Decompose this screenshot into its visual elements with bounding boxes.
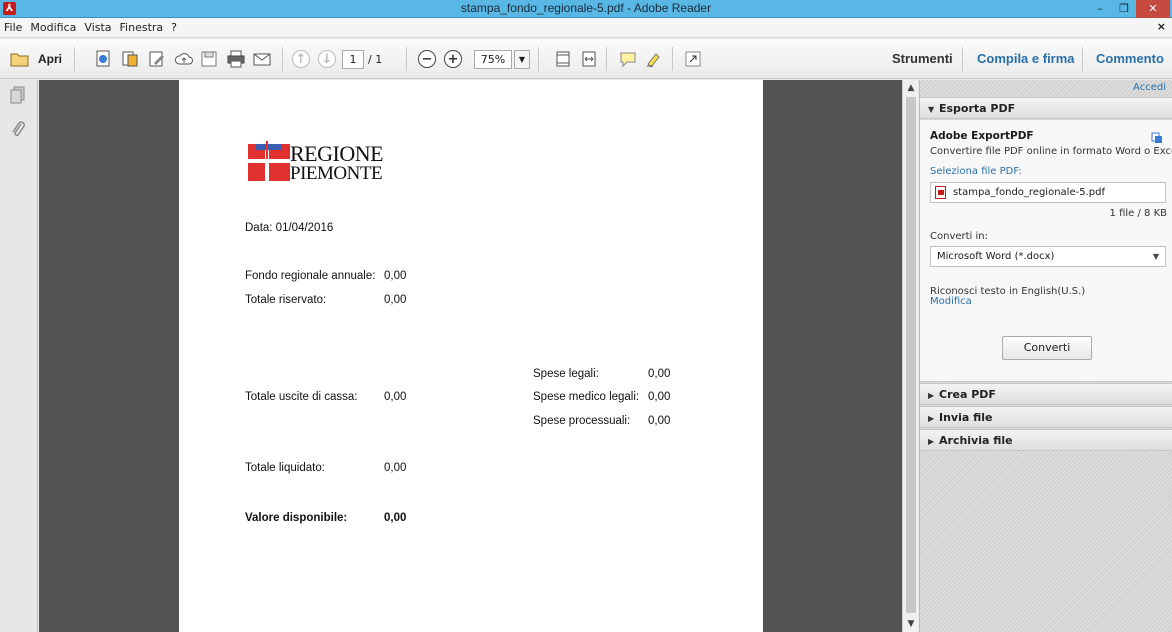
scrollbar-thumb[interactable]: [906, 97, 916, 613]
selected-file-field[interactable]: stampa_fondo_regionale-5.pdf: [930, 182, 1166, 203]
fondo-value: 0,00: [384, 270, 407, 282]
liquidato-value: 0,00: [384, 462, 407, 474]
fit-width-icon[interactable]: [580, 49, 598, 69]
window-title: stampa_fondo_regionale-5.pdf - Adobe Rea…: [460, 1, 712, 15]
selected-file-name: stampa_fondo_regionale-5.pdf: [953, 187, 1105, 198]
collapsed-triangle-icon: ▶: [928, 391, 935, 400]
section-esporta-pdf-label: Esporta PDF: [939, 102, 1016, 115]
toolbar-separator: [74, 47, 75, 71]
section-invia-file-label: Invia file: [939, 411, 993, 424]
riservato-value: 0,00: [384, 294, 407, 306]
menu-bar: File Modifica Vista Finestra ? ×: [0, 18, 1172, 38]
collapsed-triangle-icon: ▶: [928, 414, 935, 423]
tab-commento[interactable]: Commento: [1096, 51, 1164, 66]
collapsed-triangle-icon: ▶: [928, 437, 935, 446]
edit-pdf-icon[interactable]: [148, 49, 166, 69]
menu-finestra[interactable]: Finestra: [116, 21, 168, 34]
riservato-label: Totale riservato:: [245, 294, 327, 306]
export-description: Convertire file PDF online in formato Wo…: [930, 146, 1172, 157]
section-invia-file[interactable]: ▶ Invia file: [920, 406, 1172, 428]
disponibile-label: Valore disponibile:: [245, 512, 348, 524]
scroll-up-chevron-icon[interactable]: ▲: [903, 80, 919, 96]
page-thumbnails-icon[interactable]: [9, 86, 27, 106]
export-title: Adobe ExportPDF: [930, 130, 1034, 142]
spese-medico-value: 0,00: [648, 391, 671, 403]
close-document-button[interactable]: ×: [1157, 20, 1166, 33]
page-number-input[interactable]: 1: [342, 49, 364, 69]
tools-pane: Accedi ▼ Esporta PDF Adobe ExportPDF Conv…: [919, 80, 1172, 632]
comment-icon[interactable]: [618, 49, 638, 69]
zoom-in-icon[interactable]: +: [444, 50, 462, 68]
uscite-label: Totale uscite di cassa:: [245, 391, 358, 403]
previous-page-icon[interactable]: ↑: [292, 50, 310, 68]
section-crea-pdf[interactable]: ▶ Crea PDF: [920, 383, 1172, 405]
next-page-icon[interactable]: ↓: [318, 50, 336, 68]
cloud-upload-icon[interactable]: [174, 49, 194, 69]
file-count: 1 file / 8 KB: [1109, 208, 1167, 219]
zoom-dropdown-chevron-icon[interactable]: ▼: [514, 49, 530, 69]
convert-format-value: Microsoft Word (*.docx): [937, 251, 1055, 262]
disponibile-value: 0,00: [384, 512, 407, 524]
expanded-triangle-icon: ▼: [928, 105, 935, 114]
page-total: / 1: [368, 52, 383, 66]
attachments-icon[interactable]: [9, 120, 27, 140]
close-button[interactable]: ✕: [1136, 0, 1170, 18]
export-info-icon[interactable]: [1151, 132, 1163, 144]
email-icon[interactable]: [252, 49, 272, 69]
expand-icon[interactable]: [684, 49, 702, 69]
navigation-pane: [0, 80, 38, 632]
spese-legali-value: 0,00: [648, 368, 671, 380]
accedi-link[interactable]: Accedi: [1133, 82, 1166, 93]
section-archivia-file[interactable]: ▶ Archivia file: [920, 429, 1172, 451]
convert-button[interactable]: Converti: [1002, 336, 1092, 360]
liquidato-label: Totale liquidato:: [245, 462, 325, 474]
menu-modifica[interactable]: Modifica: [26, 21, 80, 34]
tab-compila-e-firma[interactable]: Compila e firma: [977, 51, 1075, 66]
pdf-page: REGIONE PIEMONTE Data: 01/04/2016 Fondo …: [179, 80, 763, 632]
document-viewer: REGIONE PIEMONTE Data: 01/04/2016 Fondo …: [39, 80, 902, 632]
zoom-level-input[interactable]: 75%: [474, 49, 512, 69]
uscite-value: 0,00: [384, 391, 407, 403]
tab-strumenti[interactable]: Strumenti: [892, 51, 953, 66]
select-pdf-label: Seleziona file PDF:: [930, 166, 1022, 177]
spese-processuali-label: Spese processuali:: [533, 415, 631, 427]
menu-vista[interactable]: Vista: [80, 21, 115, 34]
menu-help[interactable]: ?: [167, 21, 181, 34]
esporta-pdf-panel: Adobe ExportPDF Convertire file PDF onli…: [920, 120, 1172, 382]
zoom-out-icon[interactable]: −: [418, 50, 436, 68]
section-archivia-file-label: Archivia file: [939, 434, 1013, 447]
fondo-label: Fondo regionale annuale:: [245, 270, 376, 282]
ocr-modify-link[interactable]: Modifica: [930, 296, 972, 307]
vertical-scrollbar[interactable]: ▲ ▼: [902, 80, 918, 632]
open-folder-icon[interactable]: [10, 49, 30, 69]
save-icon[interactable]: [200, 49, 218, 69]
chevron-down-icon: ▼: [1152, 252, 1159, 261]
pdf-file-icon: [935, 186, 946, 199]
window-controls: – ❐ ✕: [1088, 0, 1170, 18]
regione-piemonte-logo: REGIONE PIEMONTE: [248, 141, 384, 185]
minimize-button[interactable]: –: [1088, 0, 1112, 18]
convert-format-select[interactable]: Microsoft Word (*.docx) ▼: [930, 246, 1166, 267]
section-crea-pdf-label: Crea PDF: [939, 388, 996, 401]
menu-file[interactable]: File: [0, 21, 26, 34]
scroll-down-chevron-icon[interactable]: ▼: [903, 616, 919, 632]
title-bar: ⅄ stampa_fondo_regionale-5.pdf - Adobe R…: [0, 0, 1172, 18]
restore-button[interactable]: ❐: [1112, 0, 1136, 18]
logo-line2: PIEMONTE: [290, 163, 383, 184]
document-date: Data: 01/04/2016: [245, 222, 334, 234]
create-pdf-icon[interactable]: [94, 49, 112, 69]
spese-medico-label: Spese medico legali:: [533, 391, 640, 403]
toolbar: Apri ↑ ↓ 1 / 1 − + 75% ▼ Strumenti Compi…: [0, 39, 1172, 79]
open-button-label[interactable]: Apri: [38, 52, 62, 66]
highlight-icon[interactable]: [644, 49, 664, 69]
spese-processuali-value: 0,00: [648, 415, 671, 427]
convert-to-label: Converti in:: [930, 231, 988, 242]
print-icon[interactable]: [226, 49, 246, 69]
fit-page-icon[interactable]: [554, 49, 572, 69]
spese-legali-label: Spese legali:: [533, 368, 599, 380]
section-esporta-pdf[interactable]: ▼ Esporta PDF: [920, 97, 1172, 119]
combine-files-icon[interactable]: [121, 49, 139, 69]
